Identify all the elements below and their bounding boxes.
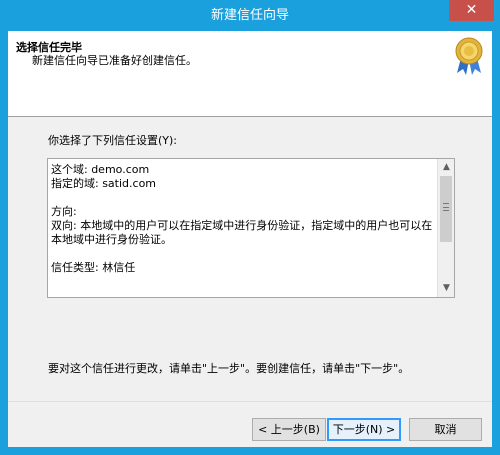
instruction-text: 要对这个信任进行更改，请单击"上一步"。要创建信任，请单击"下一步"。: [48, 362, 410, 375]
close-button[interactable]: ✕: [449, 0, 494, 21]
wizard-window: 新建信任向导 ✕ 选择信任完毕 新建信任向导已准备好创建信任。 你选择了下列信任…: [0, 0, 500, 455]
page-subtitle: 新建信任向导已准备好创建信任。: [32, 54, 197, 67]
settings-text: 这个域: demo.com 指定的域: satid.com 方向: 双向: 本地…: [51, 163, 433, 274]
scroll-thumb[interactable]: [440, 176, 452, 242]
scroll-up-icon[interactable]: ▲: [438, 159, 455, 176]
wizard-body: 你选择了下列信任设置(Y): 这个域: demo.com 指定的域: satid…: [8, 118, 492, 400]
wizard-footer: < 上一步(B) 下一步(N) > 取消: [8, 401, 492, 447]
settings-label: 你选择了下列信任设置(Y):: [48, 134, 178, 147]
cancel-button[interactable]: 取消: [409, 418, 482, 441]
wizard-client-area: 选择信任完毕 新建信任向导已准备好创建信任。 你选择了下列信任设置(Y): 这个…: [8, 31, 492, 447]
wizard-header: 选择信任完毕 新建信任向导已准备好创建信任。: [8, 31, 492, 117]
back-button[interactable]: < 上一步(B): [252, 418, 326, 441]
vertical-scrollbar[interactable]: ▲ ▼: [437, 159, 454, 297]
grip-icon: [443, 203, 449, 211]
next-button[interactable]: 下一步(N) >: [327, 418, 401, 441]
settings-textbox[interactable]: 这个域: demo.com 指定的域: satid.com 方向: 双向: 本地…: [47, 158, 455, 298]
title-bar[interactable]: 新建信任向导 ✕: [0, 0, 500, 32]
scroll-down-icon[interactable]: ▼: [438, 280, 455, 297]
certificate-icon: [455, 37, 483, 75]
window-title: 新建信任向导: [210, 8, 289, 23]
